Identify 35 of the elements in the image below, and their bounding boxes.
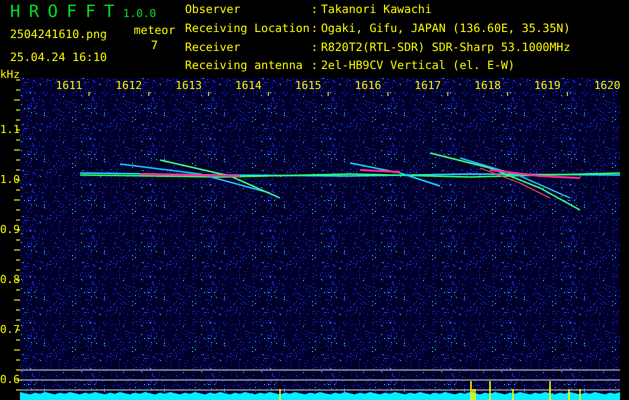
info-separator: : <box>311 59 319 74</box>
info-separator: : <box>311 40 319 56</box>
meteor-count: 7 <box>151 39 158 52</box>
x-axis-label: 1611 <box>56 80 82 92</box>
app-name: HROFFT <box>10 2 124 22</box>
info-separator: : <box>311 3 319 18</box>
x-axis-label: 1614 <box>235 80 262 92</box>
x-axis-label: 1618 <box>474 80 501 92</box>
axis-unit: kHz <box>0 68 20 81</box>
y-axis-label: 0.9 <box>0 224 20 236</box>
info-value: Takanori Kawachi <box>321 3 433 18</box>
app-version: 1.0.0 <box>123 7 156 20</box>
info-label: Observer <box>185 3 242 18</box>
x-axis-label: 1617 <box>414 80 442 92</box>
x-axis-label: 1613 <box>175 80 202 92</box>
info-label: Receiving antenna <box>185 59 304 74</box>
x-axis-label: 1619 <box>534 80 561 92</box>
y-axis-label: 1.1 <box>0 124 20 136</box>
info-separator: : <box>311 22 319 37</box>
y-axis-label: 0.8 <box>0 274 20 286</box>
y-axis-label: 1.0 <box>0 174 20 186</box>
x-axis-label: 1620 <box>594 80 620 92</box>
info-value: 2el-HB9CV Vertical (el. E-W) <box>321 59 516 74</box>
info-value: R820T2(RTL-SDR) SDR-Sharp 53.1000MHz <box>321 40 570 56</box>
info-value: Ogaki, Gifu, JAPAN (136.60E, 35.35N) <box>321 22 570 37</box>
y-axis-label: 0.7 <box>0 324 20 336</box>
date-time: 25.04.24 16:10 <box>10 51 108 64</box>
x-axis-label: 1612 <box>116 80 142 92</box>
detection-label: meteor <box>134 24 176 37</box>
x-axis-label: 1615 <box>294 80 322 92</box>
info-label: Receiving Location <box>185 22 311 37</box>
x-axis-label: 1616 <box>354 80 382 92</box>
file-name: 2504241610.png <box>10 28 108 41</box>
info-label: Receiver <box>185 40 242 56</box>
y-axis-label: 0.6 <box>0 374 20 386</box>
